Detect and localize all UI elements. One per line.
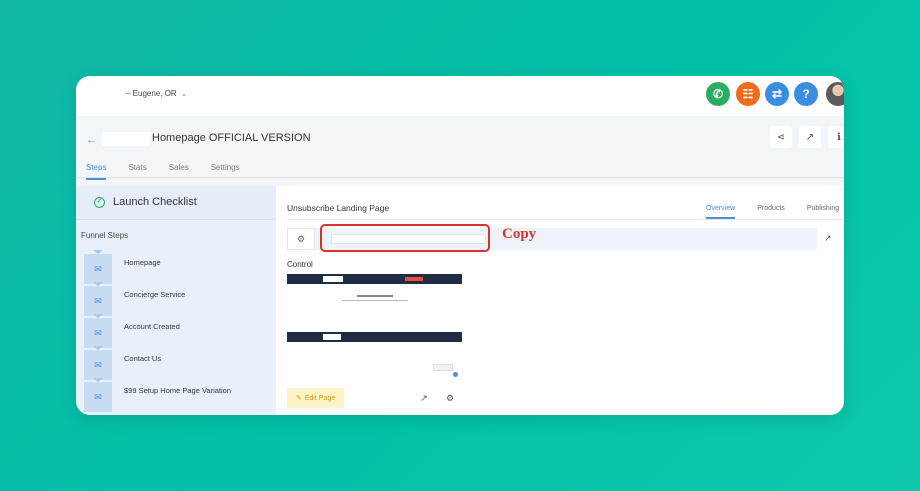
avatar[interactable] (826, 82, 844, 106)
swap-icon: ⇄ (771, 87, 783, 101)
edit-icon: ✎ (295, 395, 302, 402)
chevron-down-icon: ⌄ (180, 89, 188, 98)
funnel-step-setup-variation[interactable]: ✉ $99 Setup Home Page Variation (76, 378, 276, 414)
preview-cta (405, 277, 423, 281)
url-settings-button[interactable]: ⚙ (287, 228, 315, 250)
launch-checklist[interactable]: ✓ Launch Checklist (76, 186, 276, 220)
external-link-icon[interactable]: ↗ (824, 233, 832, 244)
preview-external-link-button[interactable]: ↗ (414, 388, 434, 408)
envelope-icon: ✉ (84, 314, 112, 348)
check-circle-icon: ✓ (94, 197, 105, 208)
step-label: $99 Setup Home Page Variation (124, 386, 232, 395)
funnel-step-account-created[interactable]: ✉ Account Created (76, 314, 276, 350)
preview-heading (357, 295, 393, 297)
step-label: Contact Us (124, 354, 162, 363)
preview-logo (323, 276, 343, 282)
checklist-label: Launch Checklist (113, 196, 197, 208)
preview-footer-bar (287, 332, 462, 342)
list-icon: ☷ (742, 87, 754, 101)
preview-chat-dot (453, 372, 458, 377)
location-selector[interactable]: – Eugene, OR ⌄ (126, 89, 187, 98)
envelope-icon: ✉ (84, 282, 112, 316)
top-bar: – Eugene, OR ⌄ ✆ ☷ ⇄ ? (76, 76, 844, 116)
step-label: Account Created (124, 322, 180, 331)
external-link-icon: ↗ (420, 392, 428, 403)
phone-icon: ✆ (712, 87, 724, 101)
phone-button[interactable]: ✆ (706, 82, 730, 106)
preview-header-bar (287, 274, 462, 284)
edit-page-button[interactable]: ✎ Edit Page (287, 388, 344, 408)
share-icon[interactable]: ⋖ (770, 126, 792, 148)
preview-footer-logo (323, 334, 341, 340)
gear-icon: ⚙ (296, 233, 306, 244)
tabs-divider (76, 177, 844, 178)
external-link-icon[interactable]: ↗ (799, 126, 821, 148)
location-label: – Eugene, OR (126, 89, 177, 98)
funnel-steps-title: Funnel Steps (81, 231, 129, 240)
main-panel: Unsubscribe Landing Page Overview Produc… (276, 186, 844, 415)
funnel-step-contact-us[interactable]: ✉ Contact Us (76, 346, 276, 382)
help-icon: ? (802, 87, 810, 101)
back-arrow-icon[interactable]: ← (86, 134, 97, 146)
swap-button[interactable]: ⇄ (765, 82, 789, 106)
info-icon[interactable]: ℹ (828, 126, 844, 148)
sidebar: ✓ Launch Checklist Funnel Steps ✉ Homepa… (76, 186, 276, 415)
page-settings-button[interactable]: ⚙ (440, 388, 460, 408)
tab-overview[interactable]: Overview (706, 205, 736, 219)
list-button[interactable]: ☷ (736, 82, 760, 106)
tab-products[interactable]: Products (757, 205, 785, 219)
step-tabs: Overview Products Publishing (706, 205, 844, 219)
control-label: Control (287, 260, 313, 269)
envelope-icon: ✉ (84, 250, 112, 284)
step-tabs-divider (287, 219, 844, 220)
copy-highlight-box (320, 224, 490, 252)
step-label: Concierge Service (124, 290, 186, 299)
envelope-icon: ✉ (84, 378, 112, 412)
gear-icon: ⚙ (445, 392, 455, 403)
app-window: – Eugene, OR ⌄ ✆ ☷ ⇄ ? ← Homepage OFFICIA… (76, 76, 844, 415)
funnel-header: ← Homepage OFFICIAL VERSION ⋖ ↗ ℹ Steps … (76, 116, 844, 186)
step-title: Unsubscribe Landing Page (287, 203, 390, 213)
edit-page-label: Edit Page (304, 394, 336, 402)
tab-publishing[interactable]: Publishing (807, 205, 839, 219)
envelope-icon: ✉ (84, 346, 112, 380)
preview-widget (433, 364, 453, 371)
preview-text (342, 300, 408, 301)
help-button[interactable]: ? (794, 82, 818, 106)
page-title: Homepage OFFICIAL VERSION (152, 132, 311, 144)
copy-annotation: Copy (502, 226, 537, 242)
redacted-title-part (102, 132, 150, 146)
funnel-step-homepage[interactable]: ✉ Homepage (76, 250, 276, 286)
funnel-step-concierge[interactable]: ✉ Concierge Service (76, 282, 276, 318)
step-label: Homepage (124, 258, 161, 267)
page-preview-thumbnail[interactable] (287, 274, 462, 382)
